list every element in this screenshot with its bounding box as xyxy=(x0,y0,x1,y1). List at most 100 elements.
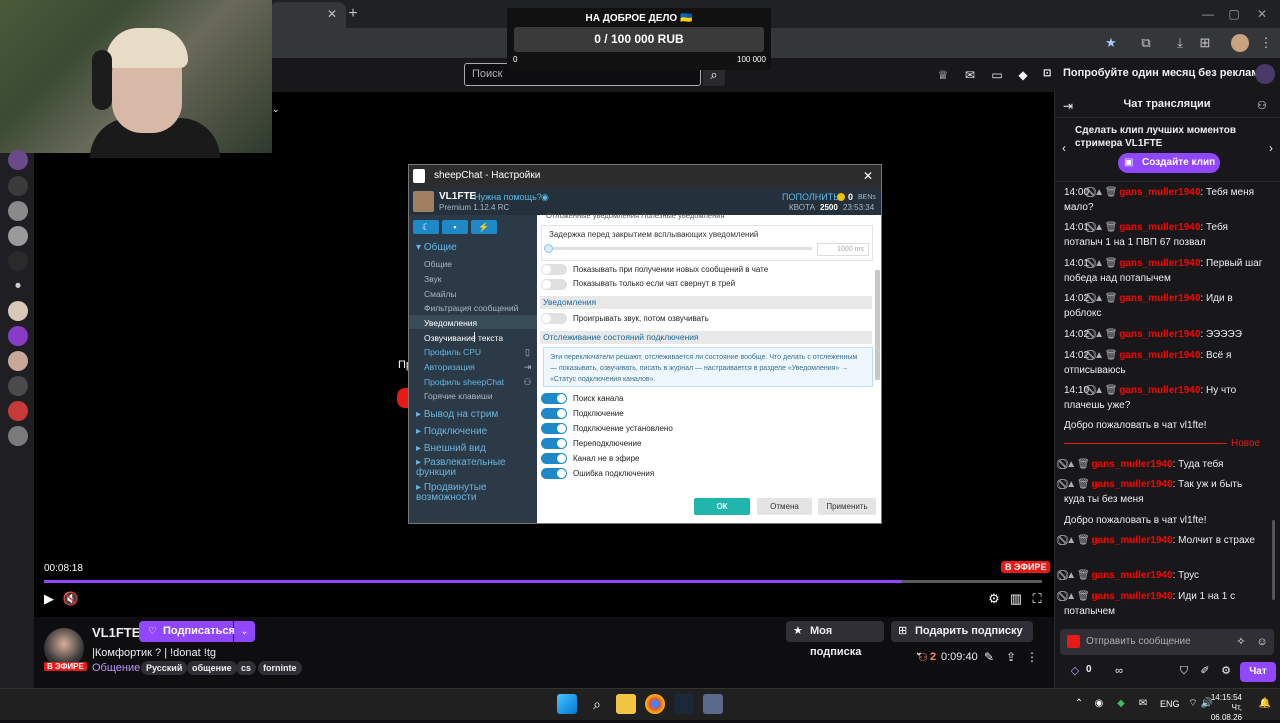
wrench-icon[interactable]: ✐ xyxy=(1198,664,1212,678)
tag[interactable]: cs xyxy=(236,661,257,675)
cancel-button[interactable]: Отмена xyxy=(757,498,812,515)
toggle-connected[interactable] xyxy=(541,423,567,434)
section-appearance[interactable]: ▸ Внешний вид xyxy=(416,443,486,454)
save-icon[interactable]: ▪ xyxy=(442,220,468,234)
notifications-icon[interactable]: 🔔 xyxy=(1258,697,1272,711)
channel-avatar[interactable] xyxy=(8,301,28,321)
channel-avatar[interactable] xyxy=(8,201,28,221)
section-entertainment[interactable]: ▸ Развлекательные функции xyxy=(416,458,526,478)
channel-avatar[interactable] xyxy=(8,351,28,371)
channel-avatar[interactable] xyxy=(8,376,28,396)
emote-icon[interactable]: ☺ xyxy=(1255,635,1269,649)
sidebar-item[interactable]: Звук xyxy=(424,274,441,284)
close-window-icon[interactable]: ✕ xyxy=(1252,6,1272,22)
send-chat-button[interactable]: Чат xyxy=(1240,662,1276,682)
section-advanced[interactable]: ▸ Продвинутые возможности xyxy=(416,483,526,503)
toggle-show-new[interactable] xyxy=(541,264,567,275)
tab-close-icon[interactable]: ✕ xyxy=(325,7,339,21)
settings-scrollbar[interactable] xyxy=(875,270,880,380)
tag[interactable]: forninte xyxy=(258,661,302,675)
channel-avatar[interactable] xyxy=(8,251,28,271)
search-icon[interactable]: ⌕ xyxy=(587,694,607,714)
fullscreen-icon[interactable]: ⛶ xyxy=(1028,591,1046,607)
shield-icon[interactable]: ⛉ xyxy=(1177,664,1191,678)
language-indicator[interactable]: ENG xyxy=(1160,699,1180,709)
mod-icons[interactable]: ⃠ ⃠ ▲ 🗑 xyxy=(1064,479,1090,490)
toggle-reconnecting[interactable] xyxy=(541,438,567,449)
download-icon[interactable]: ⤓ xyxy=(1171,34,1189,52)
section-output[interactable]: ▸ Вывод на стрим xyxy=(416,409,498,420)
message-user[interactable]: gans_muller1940 xyxy=(1091,570,1172,581)
mod-icons[interactable]: ⃠ ⃠ ▲ 🗑 xyxy=(1064,459,1090,470)
channel-avatar[interactable] xyxy=(8,176,28,196)
follow-dropdown-chevron-icon[interactable]: ⌄ xyxy=(234,621,255,642)
moon-icon[interactable]: ☾ xyxy=(413,220,439,234)
inbox-icon[interactable]: ✉ xyxy=(961,67,979,83)
sidebar-item[interactable]: Смайлы xyxy=(424,289,457,299)
mute-icon[interactable]: 🔇 xyxy=(62,591,80,607)
more-options-icon[interactable]: ⋮ xyxy=(1024,649,1040,665)
crown-icon[interactable]: ♕ xyxy=(934,67,952,83)
steam-icon[interactable] xyxy=(674,694,694,714)
mod-icons[interactable]: ⃠ ⃠ ▲ 🗑 xyxy=(1092,187,1118,198)
mod-icons[interactable]: ⃠ ⃠ ▲ 🗑 xyxy=(1064,570,1090,581)
settings-icon[interactable]: ⚙ xyxy=(1219,664,1233,678)
sidebar-item[interactable]: Горячие клавиши xyxy=(424,391,493,401)
message-user[interactable]: gans_muller1940 xyxy=(1119,329,1200,340)
lightning-icon[interactable]: ⚡ xyxy=(471,220,497,234)
profile-avatar[interactable] xyxy=(1231,34,1249,52)
message-user[interactable]: gans_muller1940 xyxy=(1119,385,1200,396)
toggle-connection-error[interactable] xyxy=(541,468,567,479)
sidebar-item[interactable]: Озвучивание текста xyxy=(424,333,503,343)
settings-icon[interactable]: ⚙ xyxy=(985,591,1003,607)
network-icon[interactable]: ⌔ xyxy=(1186,697,1200,711)
clock[interactable]: 14:15:54 Чт, 06.08.26 xyxy=(1210,693,1242,723)
menu-icon[interactable]: ⋮ xyxy=(1257,34,1275,52)
start-icon[interactable] xyxy=(557,694,577,714)
message-user[interactable]: gans_muller1940 xyxy=(1119,350,1200,361)
toggle-play-sound[interactable] xyxy=(541,313,567,324)
help-link[interactable]: Нужна помощь? xyxy=(474,192,542,202)
toggle-offline[interactable] xyxy=(541,453,567,464)
community-icon[interactable]: ⚇ xyxy=(1257,99,1271,113)
ad-free-promo[interactable]: ⊡ Попробуйте один месяц без рекламы xyxy=(1043,67,1269,79)
share-icon[interactable]: ⇪ xyxy=(1003,649,1019,665)
message-user[interactable]: gans_muller1940 xyxy=(1091,479,1172,490)
delay-slider-knob[interactable] xyxy=(544,244,553,253)
maximize-icon[interactable]: ▢ xyxy=(1224,6,1244,22)
bits-icon[interactable]: ✧ xyxy=(1234,635,1248,649)
chevron-right-icon[interactable]: › xyxy=(1265,140,1277,156)
theatre-mode-icon[interactable]: ▥ xyxy=(1007,591,1025,607)
section-general[interactable]: ▾ Общие xyxy=(416,242,457,253)
section-connection[interactable]: ▸ Подключение xyxy=(416,426,487,437)
channel-avatar[interactable] xyxy=(8,226,28,246)
topup-link[interactable]: ПОПОЛНИТЬ xyxy=(782,192,839,202)
message-user[interactable]: gans_muller1940 xyxy=(1119,187,1200,198)
discord-icon[interactable]: ◉ xyxy=(541,192,553,202)
mod-icons[interactable]: ⃠ ⃠ ▲ 🗑 xyxy=(1092,293,1118,304)
chevron-down-icon[interactable]: ⌄ xyxy=(272,104,282,114)
chat-badge-icon[interactable] xyxy=(1067,635,1080,648)
extensions-icon[interactable]: ⧉ xyxy=(1137,34,1155,52)
channel-avatar[interactable] xyxy=(8,401,28,421)
tag[interactable]: Русский xyxy=(141,661,188,675)
chat-scrollbar[interactable] xyxy=(1272,520,1275,600)
sheepchat-icon[interactable] xyxy=(703,694,723,714)
user-avatar[interactable] xyxy=(1255,64,1275,84)
message-user[interactable]: gans_muller1940 xyxy=(1091,459,1172,470)
channel-name[interactable]: VL1FTE xyxy=(92,625,140,640)
play-icon[interactable]: ▶ xyxy=(40,591,58,607)
tray-icon[interactable]: ✉ xyxy=(1136,697,1150,711)
ok-button[interactable]: ОК xyxy=(694,498,750,515)
camera-icon[interactable]: ⏺ xyxy=(8,276,28,296)
message-user[interactable]: gans_muller1940 xyxy=(1119,222,1200,233)
toggle-show-tray[interactable] xyxy=(541,279,567,290)
message-user[interactable]: gans_muller1940 xyxy=(1091,535,1172,546)
tag[interactable]: общение xyxy=(187,661,237,675)
sidebar-item[interactable]: Профиль sheepChat xyxy=(424,377,504,387)
sidebar-item[interactable]: Фильтрация сообщений xyxy=(424,303,518,313)
apply-button[interactable]: Применить xyxy=(818,498,876,515)
stream-category[interactable]: Общение xyxy=(92,662,140,674)
gift-sub-button[interactable]: Подарить подписку ⌄ xyxy=(891,621,1033,657)
channel-points-icon[interactable]: ◇ xyxy=(1068,664,1082,678)
